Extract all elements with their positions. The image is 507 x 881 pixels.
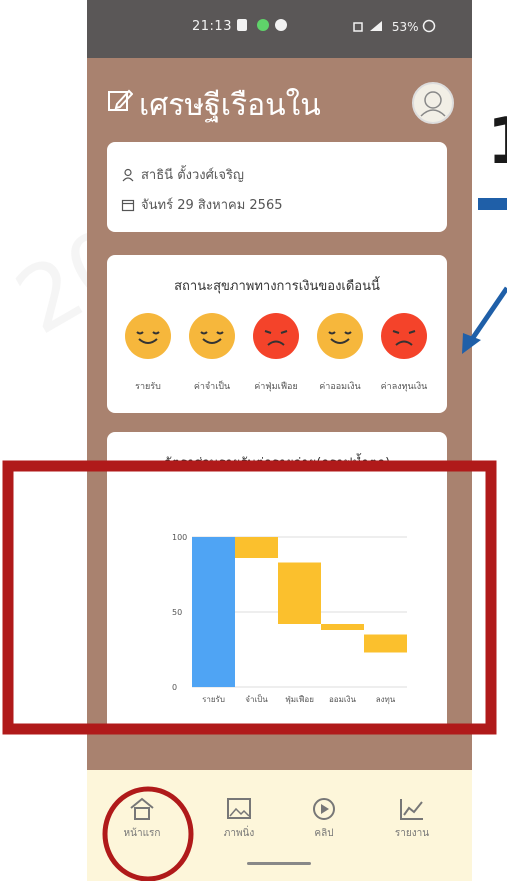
avatar[interactable]	[412, 82, 454, 124]
status-time: 21:13	[192, 19, 232, 34]
status-title: สถานะสุขภาพทางการเงินของเดือนนี้	[174, 279, 380, 294]
user-info-card: สาธินี ตั้งวงศ์เจริญ จันทร์ 29 สิงหาคม 2…	[107, 142, 447, 232]
status-face-happy	[125, 313, 171, 359]
y-tick-label: 50	[172, 608, 182, 617]
home-icon	[130, 797, 154, 820]
user-name: สาธินี ตั้งวงศ์เจริญ	[141, 168, 244, 183]
chart-line-icon	[400, 799, 423, 820]
notification-icons	[235, 17, 295, 37]
waterfall-bar	[192, 537, 235, 687]
edit-icon[interactable]	[107, 88, 133, 114]
status-label: รายรับ	[135, 382, 161, 392]
nav-reports[interactable]: รายงาน	[382, 796, 442, 841]
status-label: ค่าจำเป็น	[193, 382, 231, 392]
user-icon	[122, 168, 134, 182]
nav-clips[interactable]: คลิป	[294, 796, 354, 841]
nav-label-clips: คลิป	[314, 828, 334, 839]
status-bar: 21:13 53%	[87, 0, 472, 58]
user-name-row: สาธินี ตั้งวงศ์เจริญ	[121, 164, 244, 185]
phone-screen: 21:13 53% เศรษฐีเรือนใน สาธินี ตั้งวงศ์เ…	[87, 0, 472, 881]
battery-indicator: 53%	[352, 19, 436, 34]
battery-percent: 53%	[391, 20, 419, 34]
financial-status-card: สถานะสุขภาพทางการเงินของเดือนนี้ รายรับ ค…	[107, 255, 447, 413]
x-tick-label: ฟุ่มเฟือย	[285, 695, 314, 704]
calendar-icon	[121, 199, 135, 212]
x-tick-label: ลงทุน	[376, 695, 396, 704]
app-title: เศรษฐีเรือนใน	[139, 88, 321, 123]
status-label: ค่าออมเงิน	[319, 382, 361, 392]
x-tick-label: รายรับ	[202, 695, 225, 704]
annotation-dash	[478, 198, 507, 210]
date-row: จันทร์ 29 สิงหาคม 2565	[121, 194, 283, 215]
battery-icon	[423, 19, 436, 33]
waterfall-bar	[278, 562, 321, 624]
status-label: ค่าฟุ่มเฟือย	[254, 382, 298, 392]
annotation-number: 1	[487, 105, 507, 179]
app-bar: เศรษฐีเรือนใน	[107, 82, 457, 123]
waterfall-chart-card: อัตราส่วนรายรับต่อรายจ่าย(กราฟน้ำตก) 0 50…	[107, 432, 447, 732]
waterfall-bar	[321, 624, 364, 630]
status-face-happy	[189, 313, 235, 359]
waterfall-bar	[235, 537, 278, 558]
signal-icon	[353, 21, 382, 32]
waterfall-bar	[364, 634, 407, 653]
status-face-sad	[381, 313, 427, 359]
y-tick-label: 100	[172, 533, 187, 542]
nav-home[interactable]: หน้าแรก	[112, 796, 172, 841]
bottom-nav: หน้าแรก ภาพนิ่ง คลิป รายงาน	[87, 770, 472, 881]
nav-label-reports: รายงาน	[394, 828, 430, 839]
waterfall-chart: 0 50 100 รายรับ จำเป็น ฟุ่มเฟือย ออมเงิน ลงทุน	[172, 533, 407, 704]
image-icon	[227, 798, 251, 819]
status-label: ค่าลงทุนเงิน	[380, 382, 428, 392]
annotation-arrow-icon	[465, 286, 507, 347]
play-icon	[313, 798, 335, 820]
nav-label-home: หน้าแรก	[123, 828, 161, 839]
nav-label-photos: ภาพนิ่ง	[223, 828, 255, 839]
y-tick-label: 0	[172, 683, 177, 692]
nav-photos[interactable]: ภาพนิ่ง	[209, 796, 269, 841]
x-tick-label: ออมเงิน	[329, 695, 357, 704]
home-indicator	[247, 862, 311, 865]
status-face-happy	[317, 313, 363, 359]
avatar-icon	[420, 91, 446, 117]
current-date: จันทร์ 29 สิงหาคม 2565	[141, 198, 283, 213]
status-face-sad	[253, 313, 299, 359]
x-tick-label: จำเป็น	[245, 694, 268, 704]
